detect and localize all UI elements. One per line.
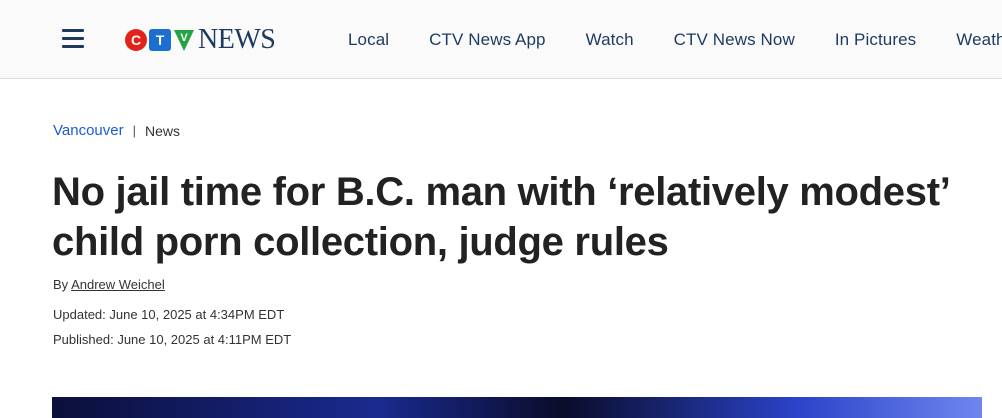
logo-letter-c: C	[131, 32, 141, 48]
menu-bar	[62, 45, 84, 48]
site-header: C T V NEWS Local CTV News App Watch CTV …	[0, 0, 1002, 79]
updated-timestamp: Updated: June 10, 2025 at 4:34PM EDT	[53, 307, 285, 322]
main-nav: Local CTV News App Watch CTV News Now In…	[348, 0, 1002, 79]
menu-bar	[62, 29, 84, 32]
nav-ctv-news-app[interactable]: CTV News App	[429, 30, 545, 50]
byline-prefix: By	[53, 277, 72, 292]
article-byline: By Andrew Weichel	[53, 277, 165, 292]
nav-in-pictures[interactable]: In Pictures	[835, 30, 916, 50]
breadcrumb: Vancouver | News	[53, 122, 180, 139]
ctv-logo-mark: C T V	[125, 29, 194, 51]
nav-ctv-news-now[interactable]: CTV News Now	[674, 30, 795, 50]
nav-local[interactable]: Local	[348, 30, 389, 50]
nav-weather[interactable]: Weather	[956, 30, 1002, 50]
ctv-news-logo[interactable]: C T V NEWS	[124, 24, 276, 55]
logo-letter-t: T	[156, 32, 165, 48]
breadcrumb-category: News	[145, 122, 181, 139]
author-link[interactable]: Andrew Weichel	[71, 277, 165, 292]
logo-wordmark: NEWS	[198, 24, 276, 55]
published-timestamp: Published: June 10, 2025 at 4:11PM EDT	[53, 332, 292, 347]
breadcrumb-separator: |	[132, 123, 136, 138]
hero-image	[52, 397, 982, 418]
article-headline: No jail time for B.C. man with ‘relative…	[52, 170, 949, 264]
logo-letter-v: V	[180, 32, 188, 44]
nav-watch[interactable]: Watch	[586, 30, 634, 50]
hamburger-menu-icon[interactable]	[62, 29, 84, 49]
breadcrumb-section-link[interactable]: Vancouver	[53, 122, 124, 139]
menu-bar	[62, 37, 84, 40]
